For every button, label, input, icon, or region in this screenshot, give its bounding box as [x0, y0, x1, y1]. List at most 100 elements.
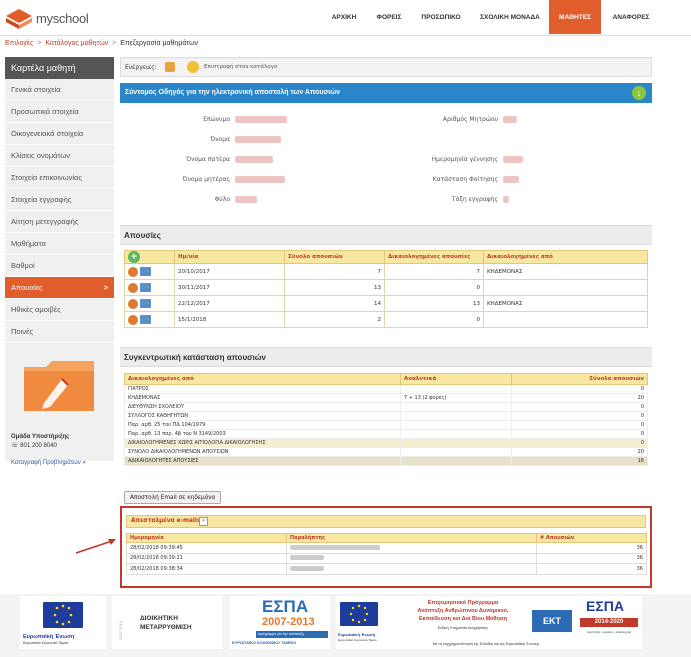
cell-justified: 13: [384, 295, 484, 312]
espa-slogan: πρόγραμμα για την ανάπτυξη: [256, 631, 328, 638]
page: myschool ΑΡΧΙΚΗ ΦΟΡΕΙΣ ΠΡΟΣΩΠΙΚΟ ΣΧΟΛΙΚΗ…: [0, 0, 691, 657]
espa2-years: 2014-2020: [580, 618, 638, 627]
espa-fund: ΕΥΡΩΠΑΪΚΟ ΚΟΙΝΩΝΙΚΟ ΤΑΜΕΙΟ: [232, 640, 297, 645]
support-title: Ομάδα Υποστήριξης: [11, 434, 70, 440]
nav-home[interactable]: ΑΡΧΙΚΗ: [324, 0, 364, 34]
eu-flag-icon: [43, 602, 83, 628]
sidebar-item-enrollment[interactable]: Στοιχεία εγγραφής: [5, 189, 114, 211]
op-line5: Με τη συγχρηματοδότηση της Ελλάδας και τ…: [432, 642, 540, 646]
cell-label: Παρ. αρθ. 25 του ΠΔ 104/1979: [124, 420, 401, 430]
folder-icon: [24, 361, 94, 411]
sidebar-title: Καρτέλα μαθητή: [5, 57, 114, 79]
table-row: ΣΥΛΛΟΓΟΣ ΚΑΘΗΓΗΤΩΝ 0: [124, 411, 648, 421]
back-arrow-icon[interactable]: [187, 61, 199, 73]
row-actions: [124, 279, 175, 296]
actions-label: Ενέργειες:: [125, 64, 157, 71]
action-edit-icon[interactable]: [165, 62, 175, 72]
support-phone: ☏ 801 200 8040: [11, 443, 57, 449]
send-email-button[interactable]: Αποστολή Email σε κηδεμόνα: [124, 491, 222, 504]
cell-count: 36: [536, 563, 647, 575]
sidebar-item-courses[interactable]: Μαθήματα: [5, 233, 114, 255]
col-total: Σύνολο απουσιών: [511, 373, 648, 385]
breadcrumb-student-list[interactable]: Κατάλογος μαθητών: [45, 40, 108, 47]
gear-icon[interactable]: [128, 282, 138, 293]
computer-icon[interactable]: [140, 283, 151, 292]
nav-staff[interactable]: ΠΡΟΣΩΠΙΚΟ: [416, 0, 466, 34]
sidebar-item-transfer[interactable]: Αίτηση μετεγγραφής: [5, 211, 114, 233]
add-icon[interactable]: +: [128, 251, 140, 263]
table-row: ΣΥΝΟΛΟ ΔΙΚΑΙΟΛΟΓΗΜΕΝΩΝ ΑΠΟΥΣΙΩΝ 20: [124, 447, 648, 457]
sidebar-item-general[interactable]: Γενικά στοιχεία: [5, 79, 114, 101]
cell-date: 28/02/2018 09:39:45: [126, 542, 287, 554]
breadcrumb: Επιλογές > Κατάλογος μαθητών > Επεξεργασ…: [5, 40, 198, 47]
sidebar-item-contact[interactable]: Στοιχεία επικοινωνίας: [5, 167, 114, 189]
cell-detail: [400, 447, 512, 457]
label-enrollment-class: Τάξη εγγραφής: [451, 196, 498, 203]
cell-count: 36: [536, 542, 647, 554]
sent-emails-table: Ημερομηνία Παραλήπτης # Απουσιών 28/02/2…: [126, 533, 647, 575]
guide-bar[interactable]: Σύντομος Οδηγός για την ηλεκτρονική αποσ…: [120, 83, 652, 103]
value-status-redacted: [503, 176, 519, 183]
table-row: 15/1/2018 2 0: [124, 311, 648, 328]
sidebar-item-penalties[interactable]: Ποινές: [5, 321, 114, 343]
label-father-name: Όνομα πατέρα: [186, 156, 230, 163]
cell-value: 20: [511, 393, 648, 403]
cell-justified: 0: [384, 311, 484, 328]
label-birth-date: Ημερομηνία γέννησης: [431, 156, 498, 163]
logo[interactable]: myschool: [6, 9, 90, 29]
op-line2: Ανάπτυξη Ανθρώπινου Δυναμικού,: [417, 608, 509, 614]
value-birth-date-redacted: [503, 156, 523, 163]
label-attendance-status: Κατάσταση Φοίτησης: [432, 176, 498, 183]
breadcrumb-options[interactable]: Επιλογές: [5, 40, 33, 47]
gear-icon[interactable]: [128, 266, 138, 277]
redacted-recipient: [290, 555, 324, 561]
computer-icon[interactable]: [140, 267, 151, 276]
cell-date: 28/02/2018 09:38:34: [126, 563, 287, 575]
label-mother-name: Όνομα μητέρας: [182, 176, 230, 183]
sidebar-item-name-declensions[interactable]: Κλίσεις ονομάτων: [5, 145, 114, 167]
sidebar-item-absences[interactable]: Απουσίες >: [5, 277, 114, 299]
sidebar-item-grades[interactable]: Βαθμοί: [5, 255, 114, 277]
nav-agencies[interactable]: ΦΟΡΕΙΣ: [370, 0, 408, 34]
redacted-recipient: [290, 544, 380, 550]
cell-recipient-redacted: [286, 563, 537, 575]
sidebar-item-rewards[interactable]: Ηθικές αμοιβές: [5, 299, 114, 321]
espa2-slogan: ανάπτυξη - εργασία - αλληλεγγύη: [586, 630, 632, 634]
cell-value: 0: [511, 384, 648, 394]
table-row: ΚΗΔΕΜΟΝΑΣ 7 + 13 (2 φορές) 20: [124, 393, 648, 403]
download-icon[interactable]: ↓: [632, 86, 646, 100]
table-row: 20/10/2017 7 7 ΚΗΔΕΜΟΝΑΣ: [124, 263, 648, 280]
nav-school-unit[interactable]: ΣΧΟΛΙΚΗ ΜΟΝΑΔΑ: [474, 0, 546, 34]
report-problems-link[interactable]: Καταγραφή Προβλημάτων »: [11, 460, 86, 466]
cell-label: ΔΙΚΑΙΟΛΟΓΗΜΕΝΕΣ ΧΩΡΙΣ ΑΙΤΙΟΛΟΓΙΑ ΔΙΚΑΙΟΛ…: [124, 438, 401, 448]
computer-icon[interactable]: [140, 299, 151, 308]
eu-sub: Ευρωπαϊκό Κοινωνικό Ταμείο: [23, 641, 69, 645]
table-row: Παρ. αρθ. 25 του ΠΔ 104/1979 0: [124, 420, 648, 430]
absences-table: + Ημ/νία Σύνολο απουσιών Δικαιολογημένες…: [124, 250, 648, 328]
col-detail: Αναλυτικά: [400, 373, 512, 385]
annotation-arrow-icon: [75, 539, 116, 554]
back-to-list-link[interactable]: Επιστροφή στον κατάλογο: [204, 64, 277, 70]
cell-detail: [400, 420, 512, 430]
sidebar-item-personal[interactable]: Προσωπικά στοιχεία: [5, 101, 114, 123]
value-registry-redacted: [503, 116, 517, 123]
sidebar-item-family[interactable]: Οικογενειακά στοιχεία: [5, 123, 114, 145]
cell-detail: [400, 384, 512, 394]
col-absence-count: # Απουσιών: [536, 533, 647, 543]
cell-value: 0: [511, 438, 648, 448]
nav-reports[interactable]: ΑΝΑΦΟΡΕΣ: [606, 0, 656, 34]
collapse-button[interactable]: -: [199, 517, 208, 526]
nav-students[interactable]: ΜΑΘΗΤΕΣ: [549, 0, 601, 34]
computer-icon[interactable]: [140, 315, 151, 324]
footer-banners: Ευρωπαϊκή Ένωση Ευρωπαϊκό Κοινωνικό Ταμε…: [0, 594, 691, 657]
absences-header-row: + Ημ/νία Σύνολο απουσιών Δικαιολογημένες…: [124, 250, 648, 264]
cell-date: 30/11/2017: [174, 279, 285, 296]
gear-icon[interactable]: [128, 298, 138, 309]
cell-justified: 0: [384, 279, 484, 296]
gear-icon[interactable]: [128, 314, 138, 325]
cell-label: ΣΥΝΟΛΟ ΔΙΚΑΙΟΛΟΓΗΜΕΝΩΝ ΑΠΟΥΣΙΩΝ: [124, 447, 401, 457]
eu-flag-icon: [340, 602, 378, 626]
summary-header-row: Δικαιολογημένες από Αναλυτικά Σύνολο απο…: [124, 373, 648, 385]
sent-emails-panel: Απεσταλμένα e-mails - Ημερομηνία Παραλήπ…: [120, 506, 652, 588]
cell-date: 15/1/2018: [174, 311, 285, 328]
